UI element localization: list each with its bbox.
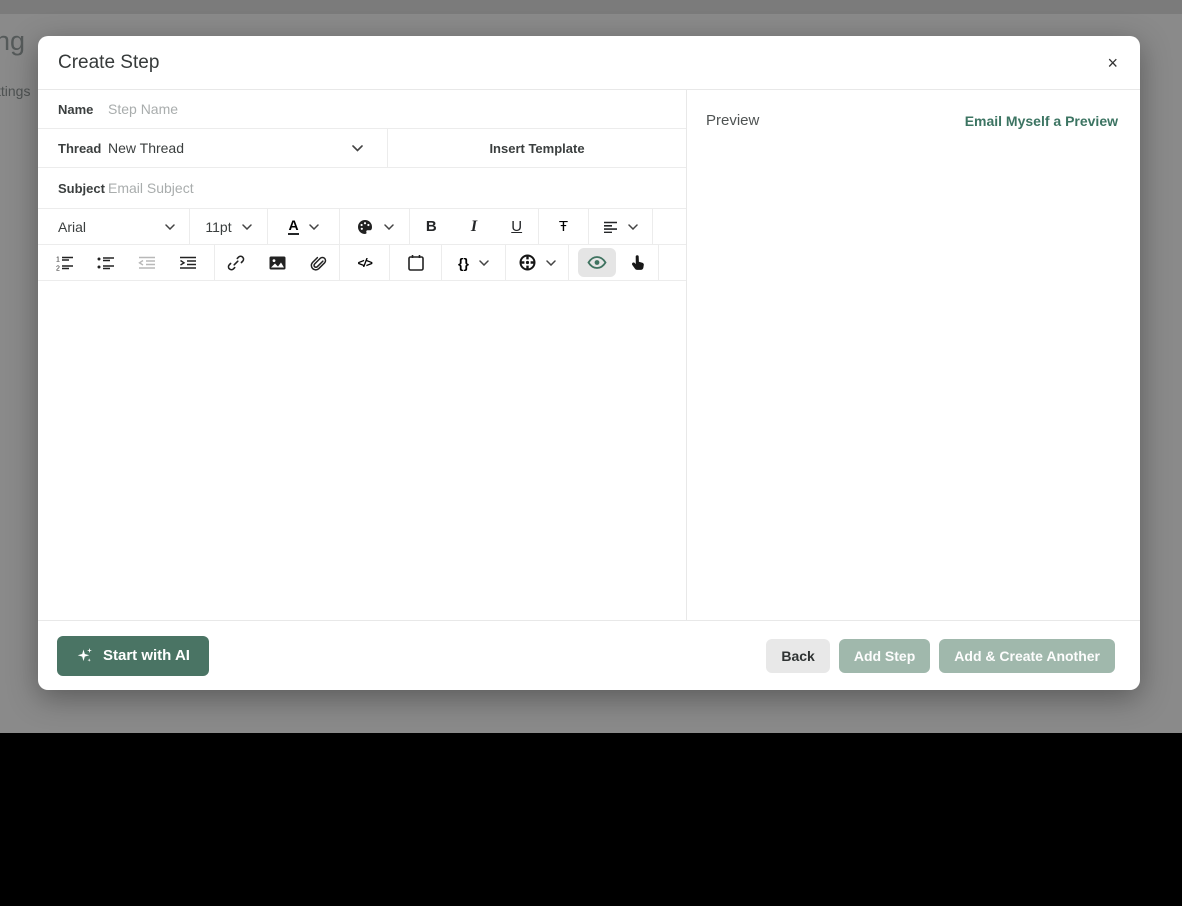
start-with-ai-button[interactable]: Start with AI [57,636,209,676]
underline-icon: U [511,218,522,235]
thread-selected-value: New Thread [104,140,352,156]
close-icon[interactable]: × [1107,54,1118,72]
sparkle-icon [76,646,94,665]
format-toolbar-row-1: Arial 11pt A [38,209,686,245]
svg-text:2: 2 [56,265,60,271]
email-myself-preview-link[interactable]: Email Myself a Preview [965,113,1118,129]
bullet-list-button[interactable] [85,252,126,274]
italic-icon: I [471,218,477,236]
underline-button[interactable]: U [495,214,538,239]
calendar-button[interactable] [390,245,442,280]
editor-pane: Name Thread New Thread Insert Template S… [38,90,687,620]
align-left-icon [603,221,618,233]
link-button[interactable] [216,250,257,276]
strikethrough-icon: Ŧ [559,218,568,235]
palette-icon [356,218,374,236]
image-icon [269,256,286,270]
background-heading-partial: ng [0,26,25,57]
bold-button[interactable]: B [410,214,453,239]
attachment-button[interactable] [298,250,339,276]
ordered-list-button[interactable]: 1 2 [44,251,85,275]
toolbar-spacer [653,209,686,244]
create-step-modal: Create Step × Name Thread New Thread [38,36,1140,690]
outdent-icon [138,256,156,270]
chevron-down-icon [384,224,394,230]
highlight-color-button[interactable] [340,209,410,244]
align-select[interactable] [589,209,653,244]
preview-eye-button[interactable] [578,248,616,277]
insert-template-button[interactable]: Insert Template [387,129,686,167]
indent-button[interactable] [167,252,208,274]
thread-field-row: Thread New Thread Insert Template [38,129,686,168]
merge-tags-select[interactable]: {} [442,245,506,280]
step-name-input[interactable] [104,101,686,117]
text-color-icon: A [288,218,298,235]
bold-icon: B [426,218,437,235]
bullet-list-icon [97,256,115,270]
thread-label: Thread [38,141,104,156]
media-group [215,245,340,280]
back-button[interactable]: Back [766,639,829,673]
eye-icon [587,256,607,269]
chevron-down-icon [242,224,252,230]
start-with-ai-label: Start with AI [103,647,190,664]
pointer-hand-icon [629,254,645,271]
font-size-value: 11pt [205,219,231,235]
add-step-button[interactable]: Add Step [839,639,930,673]
inline-style-group: B I U [410,209,539,244]
subject-field-row: Subject [38,168,686,209]
chevron-down-icon [479,260,489,266]
name-field-row: Name [38,90,686,129]
email-subject-input[interactable] [104,180,686,196]
font-family-value: Arial [58,219,86,235]
list-group: 1 2 [38,245,215,280]
email-body-editor[interactable] [38,281,686,620]
font-family-select[interactable]: Arial [38,209,190,244]
outdent-button[interactable] [126,252,167,274]
toolbar-spacer [659,245,686,280]
background-top-bar [0,0,1182,14]
italic-button[interactable]: I [453,214,496,240]
text-color-button[interactable]: A [268,209,340,244]
svg-text:1: 1 [56,256,60,263]
ordered-list-icon: 1 2 [56,255,74,271]
background-nav-partial: ttings [0,83,30,99]
preview-title: Preview [706,112,759,129]
indent-icon [179,256,197,270]
strikethrough-button[interactable]: Ŧ [539,209,589,244]
screen: ng ttings Create Step × Name Thread New … [0,0,1182,906]
pointer-hand-button[interactable] [624,250,650,275]
code-view-button[interactable]: </> [340,245,390,280]
view-tools-group [569,245,659,280]
calendar-icon [408,254,424,271]
format-toolbar-row-2: 1 2 [38,245,686,281]
subject-label: Subject [38,181,104,196]
name-label: Name [38,102,104,117]
chevron-down-icon [309,224,319,230]
thread-select[interactable]: New Thread [104,129,387,167]
chevron-down-icon [352,145,363,152]
chevron-down-icon [165,224,175,230]
paperclip-icon [309,254,327,272]
link-icon [227,254,245,272]
merge-tags-icon: {} [458,255,469,271]
modal-header: Create Step × [38,36,1140,90]
modal-title: Create Step [58,52,159,74]
code-icon: </> [357,256,371,270]
preview-pane: Preview Email Myself a Preview [687,90,1140,620]
add-create-another-button[interactable]: Add & Create Another [939,639,1115,673]
dynamic-content-select[interactable] [506,245,569,280]
font-size-select[interactable]: 11pt [190,209,268,244]
chevron-down-icon [546,260,556,266]
modal-footer: Start with AI Back Add Step Add & Create… [38,620,1140,690]
dynamic-content-icon [519,254,536,271]
image-button[interactable] [257,252,298,274]
chevron-down-icon [628,224,638,230]
